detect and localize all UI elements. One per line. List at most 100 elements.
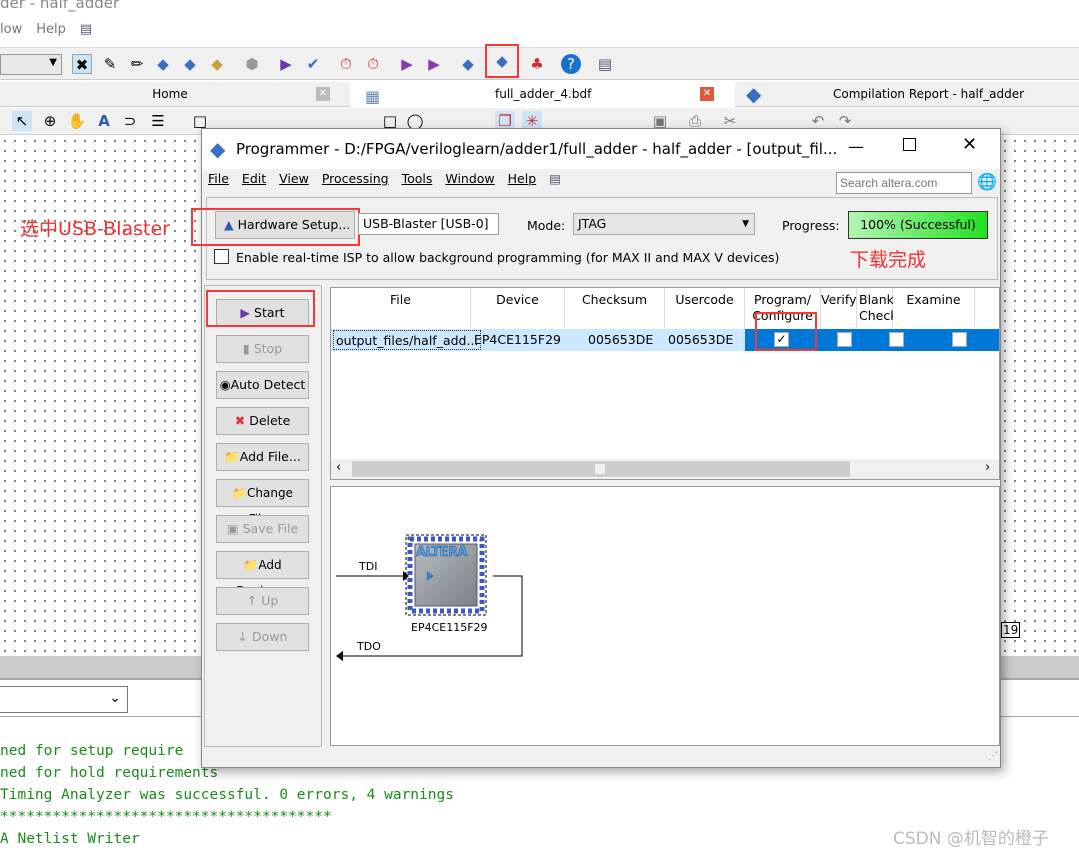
compile-icon[interactable]: ▶ xyxy=(276,54,296,74)
column-header-file[interactable]: File xyxy=(331,288,471,328)
toolbar-combo[interactable]: ▼ xyxy=(0,54,62,75)
pin-icon[interactable]: ✖ xyxy=(72,54,92,74)
synthesis-icon[interactable]: ◆ xyxy=(180,54,200,74)
menu-help[interactable]: Help xyxy=(508,171,537,186)
message-filter-select[interactable]: ⌄ xyxy=(0,686,128,713)
altera-logo: ALTERA xyxy=(416,545,468,561)
close-icon[interactable]: ✕ xyxy=(700,87,714,101)
menu-window[interactable]: Window xyxy=(445,171,494,186)
wand-icon[interactable]: ✎ xyxy=(100,54,120,74)
feedback-icon[interactable]: ▤ xyxy=(549,171,561,186)
up-button[interactable]: ↑ Up xyxy=(216,587,309,615)
search-input[interactable] xyxy=(836,172,972,194)
down-button[interactable]: ↓ Down xyxy=(216,623,309,651)
menu-bar: File Edit View Processing Tools Window H… xyxy=(208,171,561,186)
feedback-icon[interactable]: ▤ xyxy=(595,54,615,74)
chip-device-label: EP4CE115F29 xyxy=(411,621,488,634)
pin-tool-icon[interactable]: ☰ xyxy=(148,111,168,131)
change-file-button[interactable]: 📁Change File.. xyxy=(216,479,309,526)
pencil-icon[interactable]: ✏ xyxy=(127,54,147,74)
button-label: Up xyxy=(261,593,279,608)
add-device-button[interactable]: 📁Add Device... xyxy=(216,551,309,598)
save-file-button[interactable]: ▣ Save File xyxy=(216,515,309,543)
main-toolbar: ▼ ✖ ✎ ✏ ◆ ◆ ◆ ⬢ ▶ ✔ ⏱ ⏱ ▶ ▶ ◆ ◆ ♣ ? ▤ xyxy=(0,44,1079,80)
button-label: Auto Detect xyxy=(230,377,306,392)
delete-button[interactable]: ✖ Delete xyxy=(216,407,309,435)
hand-icon[interactable]: ✋ xyxy=(67,111,87,131)
timing-icon[interactable]: ⏱ xyxy=(336,54,356,74)
examine-checkbox[interactable] xyxy=(952,332,967,347)
simulation-icon[interactable]: ▶ xyxy=(397,54,417,74)
up-arrow-icon: ↑ xyxy=(246,593,258,608)
cell-device: EP4CE115F29 xyxy=(474,332,561,347)
document-tabs: Home ✕ ▦ full_adder_4.bdf ✕ ◆ Compilatio… xyxy=(0,82,1079,107)
column-header-verify[interactable]: Verify xyxy=(821,288,857,328)
message-line: ned for setup require xyxy=(0,743,184,759)
zoom-icon[interactable]: ⊕ xyxy=(40,111,60,131)
horizontal-scrollbar[interactable]: ‹ › xyxy=(331,459,999,479)
title-bar[interactable]: ◆ Programmer - D:/FPGA/veriloglearn/adde… xyxy=(202,129,1000,169)
add-file-button[interactable]: 📁Add File... xyxy=(216,443,309,471)
text-icon[interactable]: A xyxy=(94,111,114,131)
button-label: Delete xyxy=(249,413,291,428)
tdo-label: TDO xyxy=(357,640,381,653)
stop-button[interactable]: ▮ Stop xyxy=(216,335,309,363)
progress-label: Progress: xyxy=(782,218,840,233)
scroll-left-icon[interactable]: ‹ xyxy=(336,460,341,475)
auto-detect-button[interactable]: ◉Auto Detect xyxy=(216,371,309,399)
globe-icon[interactable]: 🌐 xyxy=(977,172,997,191)
simulation2-icon[interactable]: ▶ xyxy=(424,54,444,74)
programmer-icon[interactable]: ◆ xyxy=(485,44,519,78)
folder-icon: 📁 xyxy=(243,558,259,572)
close-icon[interactable]: ✕ xyxy=(316,87,330,101)
tdo-arrow xyxy=(336,651,343,661)
menu-edit[interactable]: Edit xyxy=(242,171,266,186)
symbol-icon[interactable]: ⊃ xyxy=(120,111,140,131)
column-header-blank-check[interactable]: Blank- Check xyxy=(857,288,898,328)
tab-home[interactable]: Home ✕ xyxy=(0,82,340,107)
netlist-icon[interactable]: ♣ xyxy=(527,54,547,74)
verify-checkbox[interactable] xyxy=(837,332,852,347)
delete-icon: ✖ xyxy=(234,413,246,428)
analyze-icon[interactable]: ✔ xyxy=(303,54,323,74)
stop-icon[interactable]: ⬢ xyxy=(242,54,262,74)
fitter-icon[interactable]: ◆ xyxy=(207,54,227,74)
feedback-icon[interactable]: ▤ xyxy=(80,22,92,37)
menu-tools[interactable]: Tools xyxy=(402,171,433,186)
menu-view[interactable]: View xyxy=(279,171,309,186)
resize-grip-icon[interactable]: ⋰ xyxy=(988,751,998,762)
menu-window[interactable]: low xyxy=(0,22,22,37)
maximize-button[interactable] xyxy=(903,138,916,151)
help-icon[interactable]: ? xyxy=(561,54,581,74)
assembler-icon[interactable]: ◆ xyxy=(458,54,478,74)
column-header-examine[interactable]: Examine xyxy=(893,288,975,328)
message-line: ned for hold requirements xyxy=(0,765,219,781)
isp-checkbox[interactable] xyxy=(214,249,229,264)
message-line: ************************************** xyxy=(0,809,332,825)
menu-help[interactable]: Help xyxy=(36,22,66,37)
minimize-button[interactable]: — xyxy=(848,137,864,156)
blank-check-checkbox[interactable] xyxy=(889,332,904,347)
tab-full-adder[interactable]: ▦ full_adder_4.bdf ✕ xyxy=(350,82,735,107)
select-icon[interactable]: ↖ xyxy=(12,111,32,131)
mode-select[interactable]: JTAG ▼ xyxy=(573,213,755,235)
column-header-device[interactable]: Device xyxy=(471,288,565,328)
menu-processing[interactable]: Processing xyxy=(322,171,389,186)
folder-icon: 📁 xyxy=(224,449,240,464)
down-arrow-icon: ↓ xyxy=(237,629,249,644)
column-header-usercode[interactable]: Usercode xyxy=(665,288,745,328)
annotation-box xyxy=(206,290,315,327)
canvas-label: 19 xyxy=(1001,622,1021,638)
folder-icon: 📁 xyxy=(232,486,247,500)
timer-icon[interactable]: ⏱ xyxy=(363,54,383,74)
tab-compilation-report[interactable]: ◆ Compilation Report - half_adder xyxy=(736,82,1079,107)
analysis-icon[interactable]: ◆ xyxy=(153,54,173,74)
close-button[interactable]: ✕ xyxy=(962,134,977,155)
programmer-window: ◆ Programmer - D:/FPGA/veriloglearn/adde… xyxy=(191,128,1001,768)
menu-file[interactable]: File xyxy=(208,171,229,186)
scroll-right-icon[interactable]: › xyxy=(985,460,990,475)
chain-svg xyxy=(336,534,523,661)
tdi-label: TDI xyxy=(359,560,378,573)
column-header-checksum[interactable]: Checksum xyxy=(565,288,665,328)
device-table: File Device Checksum Usercode Program/ C… xyxy=(330,287,1000,480)
